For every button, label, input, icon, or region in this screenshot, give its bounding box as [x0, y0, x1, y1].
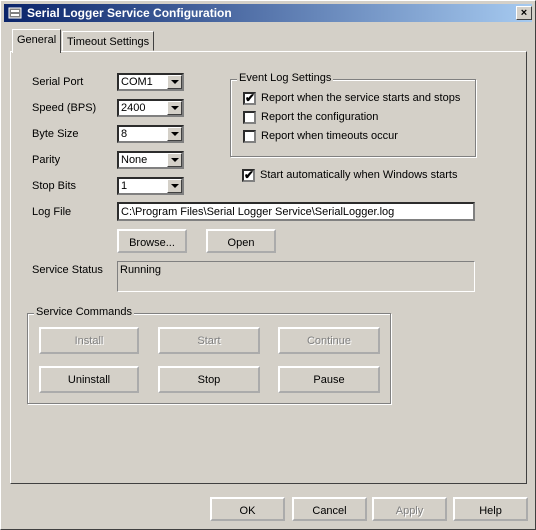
ok-button-label: OK: [239, 505, 256, 517]
open-button-label: Open: [227, 237, 255, 249]
serial-port-label: Serial Port: [32, 76, 84, 88]
close-button[interactable]: ×: [516, 6, 532, 20]
ok-button[interactable]: OK: [210, 497, 285, 521]
title-bar[interactable]: Serial Logger Service Configuration ×: [4, 4, 532, 22]
serial-port-value: COM1: [121, 76, 153, 88]
browse-button-label: Browse...: [129, 237, 175, 249]
service-status-label: Service Status: [32, 264, 103, 276]
byte-size-select[interactable]: 8: [117, 125, 184, 143]
help-button[interactable]: Help: [453, 497, 528, 521]
window-title: Serial Logger Service Configuration: [27, 6, 232, 20]
chevron-down-icon[interactable]: [167, 179, 182, 193]
general-panel: Serial Port COM1 Speed (BPS) 2400 Byte S…: [10, 51, 527, 484]
report-configuration-label[interactable]: Report the configuration: [261, 111, 378, 123]
chevron-down-icon[interactable]: [167, 127, 182, 141]
report-start-stop-label[interactable]: Report when the service starts and stops: [261, 92, 460, 104]
byte-size-label: Byte Size: [32, 128, 79, 140]
stop-bits-select[interactable]: 1: [117, 177, 184, 195]
autostart-label[interactable]: Start automatically when Windows starts: [260, 169, 457, 181]
event-log-group: Event Log Settings ✔ Report when the ser…: [230, 72, 476, 157]
install-button[interactable]: Install: [39, 327, 139, 354]
speed-select[interactable]: 2400: [117, 99, 184, 117]
log-file-label: Log File: [32, 206, 72, 218]
apply-button-label: Apply: [395, 505, 424, 517]
uninstall-button[interactable]: Uninstall: [39, 366, 139, 393]
start-button-label: Start: [197, 335, 221, 347]
pause-button-label: Pause: [313, 374, 345, 386]
service-status-field: Running: [117, 261, 475, 292]
report-timeouts-checkbox[interactable]: [243, 130, 256, 143]
chevron-down-icon[interactable]: [167, 153, 182, 167]
tab-general[interactable]: General: [12, 29, 62, 53]
tab-timeout-settings[interactable]: Timeout Settings: [62, 31, 155, 51]
parity-select[interactable]: None: [117, 151, 184, 169]
report-configuration-checkbox[interactable]: [243, 111, 256, 124]
dialog-window: Serial Logger Service Configuration × Ge…: [0, 0, 536, 530]
continue-button-label: Continue: [306, 335, 352, 347]
log-file-value: C:\Program Files\Serial Logger Service\S…: [121, 206, 395, 218]
uninstall-button-label: Uninstall: [67, 374, 111, 386]
autostart-checkbox[interactable]: ✔: [242, 168, 255, 182]
byte-size-value: 8: [121, 128, 128, 140]
start-button[interactable]: Start: [158, 327, 260, 354]
event-log-group-title: Event Log Settings: [237, 72, 334, 84]
stop-bits-label: Stop Bits: [32, 180, 77, 192]
parity-label: Parity: [32, 154, 61, 166]
close-icon: ×: [520, 7, 528, 19]
stop-button-label: Stop: [197, 374, 221, 386]
chevron-down-icon[interactable]: [167, 75, 182, 89]
check-icon: ✔: [245, 91, 256, 105]
stop-bits-value: 1: [121, 180, 128, 192]
install-button-label: Install: [74, 335, 104, 347]
continue-button[interactable]: Continue: [278, 327, 380, 354]
help-button-label: Help: [479, 505, 502, 517]
cancel-button-label: Cancel: [312, 505, 347, 517]
log-file-input[interactable]: C:\Program Files\Serial Logger Service\S…: [117, 202, 475, 221]
tab-general-label: General: [17, 34, 57, 46]
app-icon: [8, 7, 22, 19]
open-button[interactable]: Open: [206, 229, 276, 253]
service-commands-group-title: Service Commands: [34, 306, 134, 318]
stop-button[interactable]: Stop: [158, 366, 260, 393]
apply-button[interactable]: Apply: [372, 497, 447, 521]
parity-value: None: [121, 154, 148, 166]
tab-timeout-settings-label: Timeout Settings: [67, 36, 150, 48]
serial-port-select[interactable]: COM1: [117, 73, 184, 91]
service-commands-group: Service Commands Install Start Continue …: [27, 306, 391, 404]
report-timeouts-label[interactable]: Report when timeouts occur: [261, 130, 398, 142]
service-status-value: Running: [120, 264, 161, 276]
check-icon: ✔: [244, 168, 255, 182]
cancel-button[interactable]: Cancel: [292, 497, 367, 521]
pause-button[interactable]: Pause: [278, 366, 380, 393]
speed-label: Speed (BPS): [32, 102, 97, 114]
browse-button[interactable]: Browse...: [117, 229, 187, 253]
chevron-down-icon[interactable]: [167, 101, 182, 115]
speed-value: 2400: [121, 102, 146, 114]
report-start-stop-checkbox[interactable]: ✔: [243, 91, 256, 105]
